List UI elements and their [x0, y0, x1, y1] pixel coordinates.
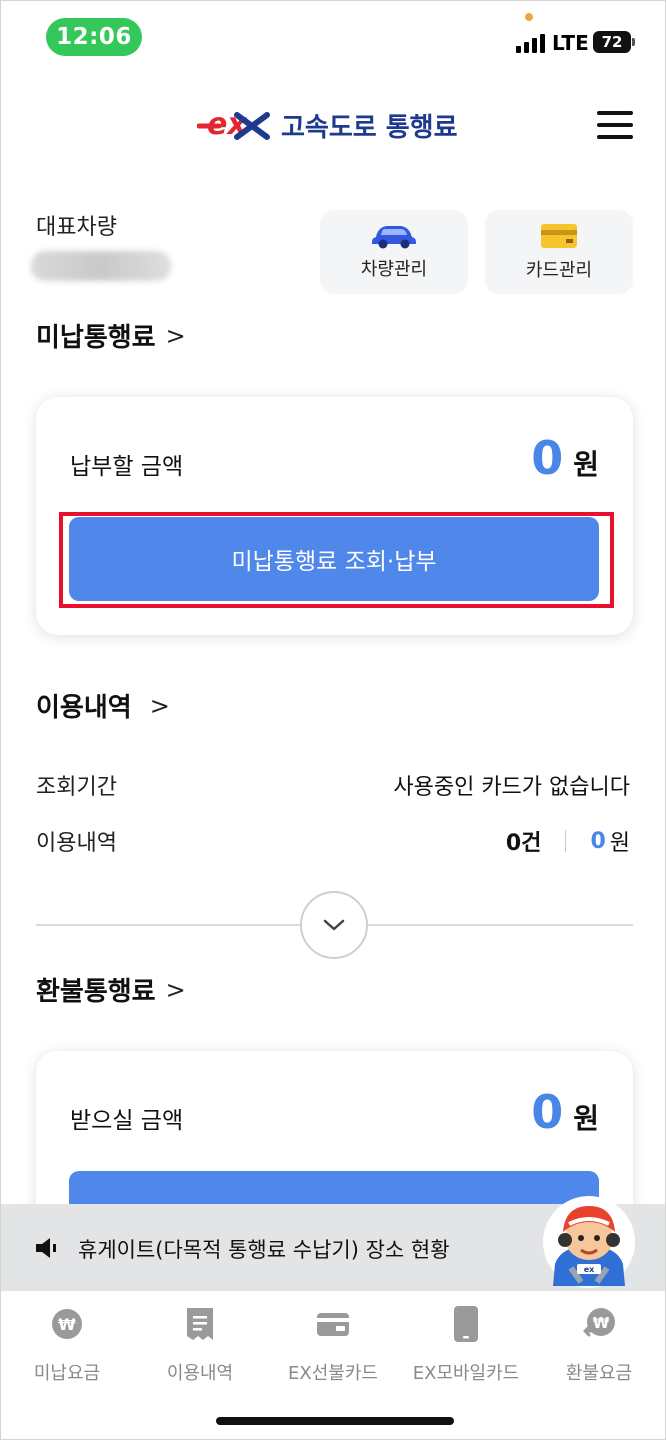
refund-amount: 0 원 — [531, 1085, 599, 1139]
network-label: LTE — [552, 31, 589, 55]
phone-icon — [448, 1305, 484, 1343]
battery-icon: 72 — [593, 31, 635, 53]
unpaid-toll-title: 미납통행료 — [36, 323, 156, 353]
period-value: 사용중인 카드가 없습니다 — [393, 775, 630, 800]
car-icon — [372, 226, 416, 249]
app-header: ex 고속도로 통행료 — [1, 91, 665, 163]
app-logo[interactable]: ex 고속도로 통행료 — [197, 105, 458, 145]
vehicle-manage-button[interactable]: 차량관리 — [320, 210, 468, 294]
card-manage-button[interactable]: 카드관리 — [485, 210, 633, 294]
refund-amount-unit: 원 — [573, 1102, 599, 1135]
status-bar: 12:06 LTE 72 — [1, 1, 665, 81]
refund-toll-title: 환불통행료 — [36, 977, 156, 1007]
refund-amount-label: 받으실 금액 — [70, 1108, 184, 1134]
refund-amount-value: 0 — [531, 1085, 564, 1139]
speaker-icon — [36, 1238, 56, 1258]
chevron-right-icon: > — [149, 691, 170, 720]
vehicle-manage-label: 차량관리 — [360, 259, 428, 280]
unpaid-amount-unit: 원 — [573, 448, 599, 481]
nav-item-usage-history[interactable]: 이용내역 — [134, 1305, 266, 1385]
nav-item-unpaid[interactable]: ₩ 미납요금 — [1, 1305, 133, 1385]
signal-icon — [516, 31, 548, 53]
phone-frame: 12:06 LTE 72 ex 고속도로 통행료 대표차량 차량관리 카드관리 … — [0, 0, 666, 1440]
usage-amount: 0 — [590, 828, 606, 854]
nav-label-prepaid-card: EX선불카드 — [288, 1363, 378, 1384]
ex-logo-icon: ex — [197, 107, 270, 142]
highlight-box — [59, 512, 614, 608]
usage-amount-unit: 원 — [609, 831, 630, 856]
card-manage-label: 카드관리 — [525, 260, 593, 281]
wallet-icon — [315, 1305, 351, 1343]
privacy-indicator-dot — [525, 13, 533, 21]
svg-text:₩: ₩ — [593, 1314, 610, 1332]
svg-text:₩: ₩ — [58, 1315, 76, 1334]
mascot-character-icon[interactable]: ex — [541, 1194, 637, 1290]
refund-won-icon: ₩ — [581, 1305, 617, 1343]
refund-toll-section-title[interactable]: 환불통행료 > — [36, 971, 186, 1008]
unpaid-toll-section-title[interactable]: 미납통행료 > — [36, 317, 186, 354]
nav-item-mobile-card[interactable]: EX모바일카드 — [400, 1305, 532, 1385]
usage-summary: 0건 0 원 — [506, 825, 630, 857]
nav-label-usage-history: 이용내역 — [166, 1363, 234, 1384]
won-icon: ₩ — [49, 1305, 85, 1343]
usage-count: 0건 — [505, 831, 542, 856]
vehicle-plate-blurred — [31, 251, 171, 281]
separator — [565, 830, 567, 852]
card-icon — [541, 224, 577, 248]
status-time: 12:06 — [46, 18, 142, 56]
chevron-down-icon — [323, 919, 345, 931]
usage-history-section-title[interactable]: 이용내역 > — [36, 687, 170, 724]
unpaid-amount-value: 0 — [531, 431, 564, 485]
banner-text: 휴게이트(다목적 통행료 수납기) 장소 현황 — [78, 1238, 450, 1262]
nav-label-mobile-card: EX모바일카드 — [412, 1363, 520, 1384]
svg-text:ex: ex — [584, 1265, 595, 1274]
expand-button[interactable] — [300, 891, 368, 959]
chevron-right-icon: > — [165, 321, 186, 350]
home-indicator — [216, 1417, 454, 1425]
receipt-icon — [182, 1305, 218, 1343]
nav-item-prepaid-card[interactable]: EX선불카드 — [267, 1305, 399, 1385]
nav-label-refund: 환불요금 — [565, 1363, 633, 1384]
usage-history-title: 이용내역 — [36, 693, 132, 723]
nav-item-refund[interactable]: ₩ 환불요금 — [533, 1305, 665, 1385]
nav-label-unpaid: 미납요금 — [33, 1363, 101, 1384]
chevron-right-icon: > — [165, 975, 186, 1004]
representative-vehicle-label: 대표차량 — [36, 215, 117, 240]
unpaid-amount: 0 원 — [531, 431, 599, 485]
history-label: 이용내역 — [36, 831, 117, 856]
hamburger-menu-icon[interactable] — [597, 111, 633, 141]
unpaid-amount-label: 납부할 금액 — [70, 454, 184, 480]
app-title: 고속도로 통행료 — [281, 112, 458, 143]
period-label: 조회기간 — [36, 775, 117, 800]
